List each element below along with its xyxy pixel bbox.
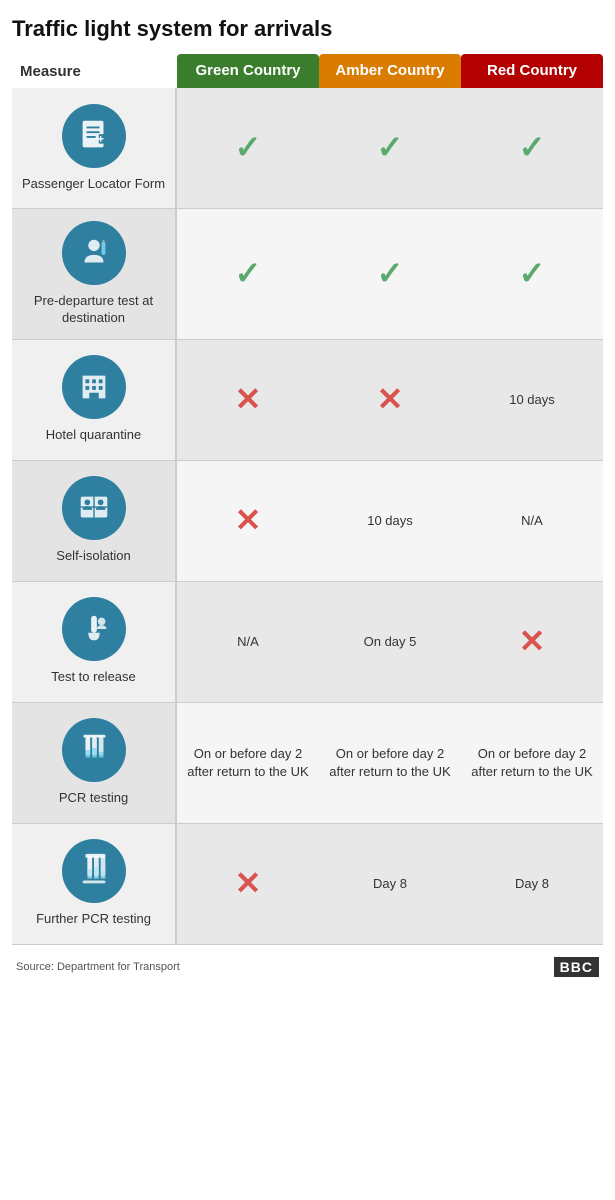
footer: Source: Department for Transport BBC	[12, 949, 603, 981]
pcr-testing-label: PCR testing	[59, 790, 128, 807]
check-icon: ✓	[519, 253, 546, 295]
table-row: Further PCR testing ✕ Day 8 Day 8	[12, 824, 603, 945]
source-text: Source: Department for Transport	[16, 961, 180, 973]
document-icon	[62, 104, 126, 168]
pcr-testing-red: On or before day 2 after return to the U…	[461, 703, 603, 823]
test-to-release-green: N/A	[177, 582, 319, 702]
table-row: Test to release N/A On day 5 ✕	[12, 582, 603, 703]
hotel-quarantine-red-value: 10 days	[509, 391, 555, 409]
further-pcr-amber-value: Day 8	[373, 875, 407, 893]
test-to-release-amber-value: On day 5	[364, 633, 417, 651]
test-to-release-label: Test to release	[51, 669, 136, 686]
pcr-testing-green-value: On or before day 2 after return to the U…	[183, 745, 313, 781]
further-pcr-amber: Day 8	[319, 824, 461, 944]
check-icon: ✓	[519, 127, 546, 169]
pre-departure-label: Pre-departure test at destination	[20, 293, 167, 327]
cross-icon: ✕	[519, 621, 546, 663]
test-to-release-amber: On day 5	[319, 582, 461, 702]
self-isolation-red-value: N/A	[521, 512, 543, 530]
self-isolation-amber-value: 10 days	[367, 512, 413, 530]
measure-pcr-testing: PCR testing	[12, 703, 177, 823]
measure-passenger-locator: Passenger Locator Form	[12, 88, 177, 208]
hotel-icon	[62, 355, 126, 419]
check-icon: ✓	[377, 127, 404, 169]
passenger-locator-red: ✓	[461, 88, 603, 208]
red-country-header: Red Country	[461, 54, 603, 88]
pre-departure-amber: ✓	[319, 209, 461, 339]
further-pcr-red-value: Day 8	[515, 875, 549, 893]
isolation-icon	[62, 476, 126, 540]
measure-column-header: Measure	[12, 54, 177, 88]
passenger-locator-label: Passenger Locator Form	[22, 176, 165, 193]
passenger-locator-amber: ✓	[319, 88, 461, 208]
pcr-testing-red-value: On or before day 2 after return to the U…	[467, 745, 597, 781]
pre-departure-red: ✓	[461, 209, 603, 339]
check-icon: ✓	[377, 253, 404, 295]
check-icon: ✓	[235, 253, 262, 295]
pcr-icon	[62, 718, 126, 782]
cross-icon: ✕	[235, 379, 262, 421]
table-row: Pre-departure test at destination ✓ ✓ ✓	[12, 209, 603, 340]
hotel-quarantine-label: Hotel quarantine	[46, 427, 141, 444]
table-header: Measure Green Country Amber Country Red …	[12, 54, 603, 88]
page: Traffic light system for arrivals Measur…	[0, 0, 615, 993]
check-icon: ✓	[235, 127, 262, 169]
self-isolation-label: Self-isolation	[56, 548, 130, 565]
pcr-testing-amber-value: On or before day 2 after return to the U…	[325, 745, 455, 781]
bbc-logo: BBC	[554, 957, 599, 977]
test-to-release-red: ✕	[461, 582, 603, 702]
measure-self-isolation: Self-isolation	[12, 461, 177, 581]
cross-icon: ✕	[235, 863, 262, 905]
table-row: Hotel quarantine ✕ ✕ 10 days	[12, 340, 603, 461]
page-title: Traffic light system for arrivals	[12, 16, 603, 42]
pcr-testing-amber: On or before day 2 after return to the U…	[319, 703, 461, 823]
self-isolation-red: N/A	[461, 461, 603, 581]
pre-departure-green: ✓	[177, 209, 319, 339]
hotel-quarantine-amber: ✕	[319, 340, 461, 460]
measure-hotel-quarantine: Hotel quarantine	[12, 340, 177, 460]
hotel-quarantine-green: ✕	[177, 340, 319, 460]
self-isolation-amber: 10 days	[319, 461, 461, 581]
measure-test-to-release: Test to release	[12, 582, 177, 702]
table-row: Self-isolation ✕ 10 days N/A	[12, 461, 603, 582]
further-pcr-red: Day 8	[461, 824, 603, 944]
pre-departure-icon	[62, 221, 126, 285]
table-row: Passenger Locator Form ✓ ✓ ✓	[12, 88, 603, 209]
pcr-testing-green: On or before day 2 after return to the U…	[177, 703, 319, 823]
test-release-icon	[62, 597, 126, 661]
table-row: PCR testing On or before day 2 after ret…	[12, 703, 603, 824]
further-pcr-icon	[62, 839, 126, 903]
passenger-locator-green: ✓	[177, 88, 319, 208]
cross-icon: ✕	[377, 379, 404, 421]
measure-further-pcr: Further PCR testing	[12, 824, 177, 944]
hotel-quarantine-red: 10 days	[461, 340, 603, 460]
measure-pre-departure: Pre-departure test at destination	[12, 209, 177, 339]
self-isolation-green: ✕	[177, 461, 319, 581]
further-pcr-label: Further PCR testing	[36, 911, 151, 928]
cross-icon: ✕	[235, 500, 262, 542]
green-country-header: Green Country	[177, 54, 319, 88]
further-pcr-green: ✕	[177, 824, 319, 944]
comparison-table: Measure Green Country Amber Country Red …	[12, 54, 603, 945]
test-to-release-green-value: N/A	[237, 633, 259, 651]
amber-country-header: Amber Country	[319, 54, 461, 88]
